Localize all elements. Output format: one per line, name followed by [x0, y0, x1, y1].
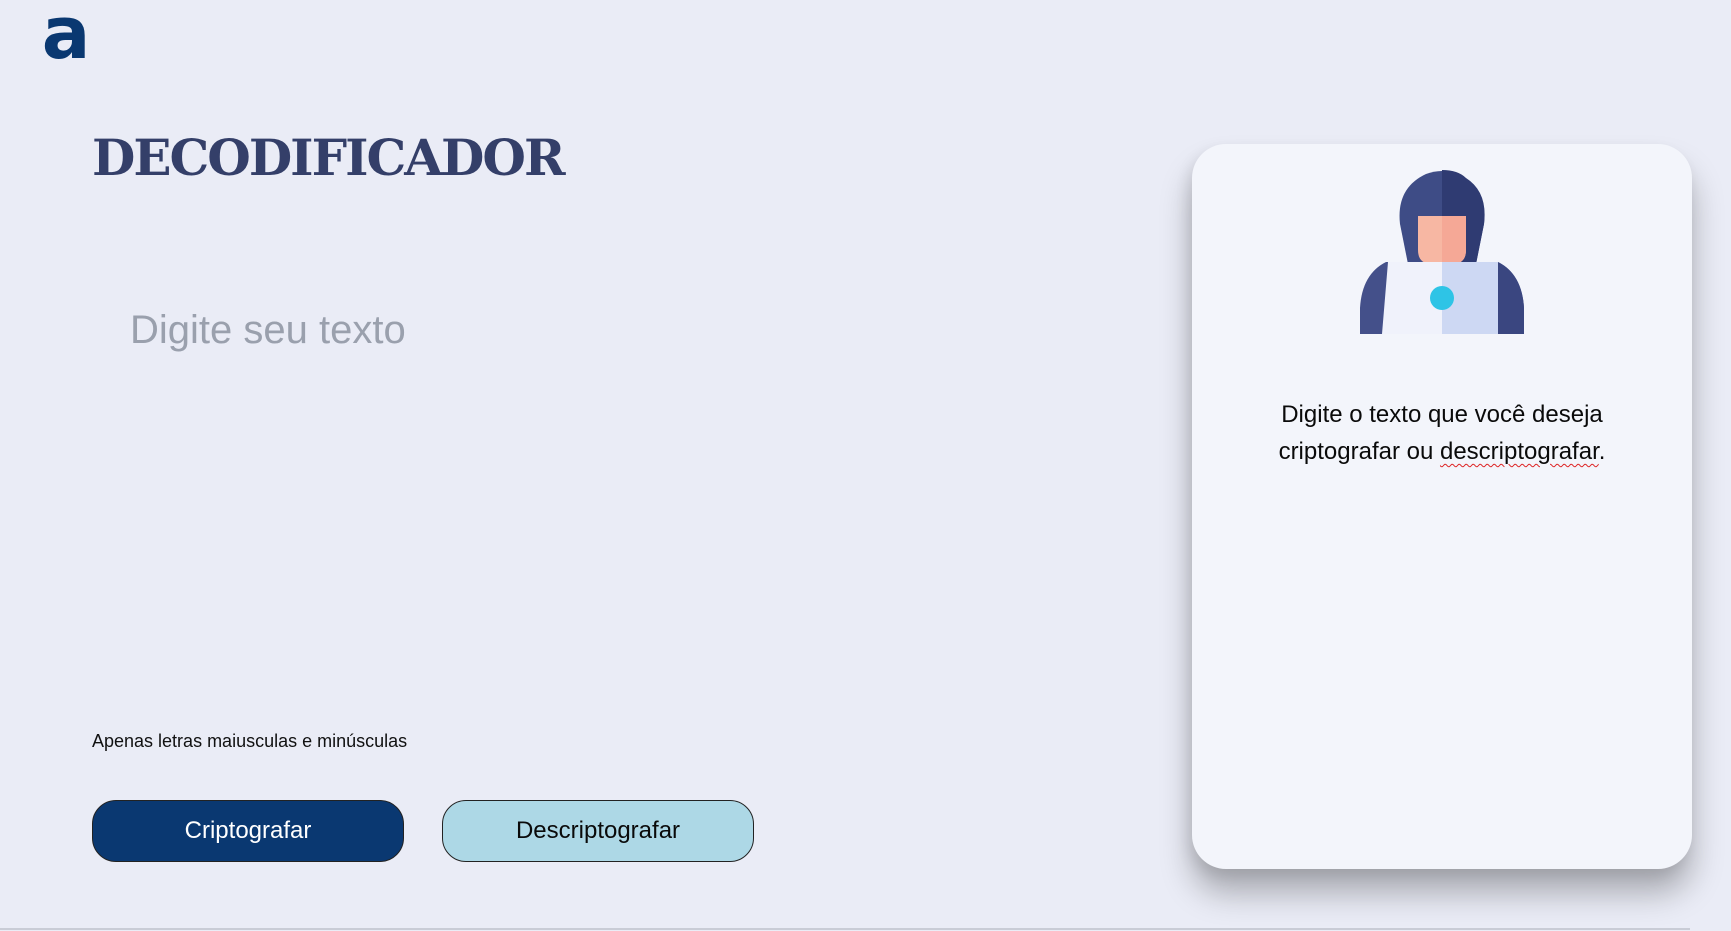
text-input[interactable] — [128, 300, 1030, 688]
card-message-end: . — [1598, 438, 1606, 465]
input-hint: Apenas letras maiusculas e minúsculas — [92, 731, 407, 752]
hint-text: Apenas letras maiusculas e minúsculas — [92, 731, 408, 751]
card-message-misspelled-word: descriptografar — [1439, 438, 1599, 465]
hooded-person-with-laptop-icon — [1360, 170, 1524, 334]
decrypt-button[interactable]: Descriptografar — [442, 800, 754, 862]
output-card: Digite o texto que você deseja criptogra… — [1192, 144, 1692, 869]
page-title: DECODIFICADOR — [92, 128, 566, 187]
page-divider — [0, 928, 1690, 930]
alura-logo-icon: a — [41, 0, 91, 75]
card-message: Digite o texto que você deseja criptogra… — [1232, 396, 1652, 470]
encrypt-button[interactable]: Criptografar — [92, 800, 404, 862]
